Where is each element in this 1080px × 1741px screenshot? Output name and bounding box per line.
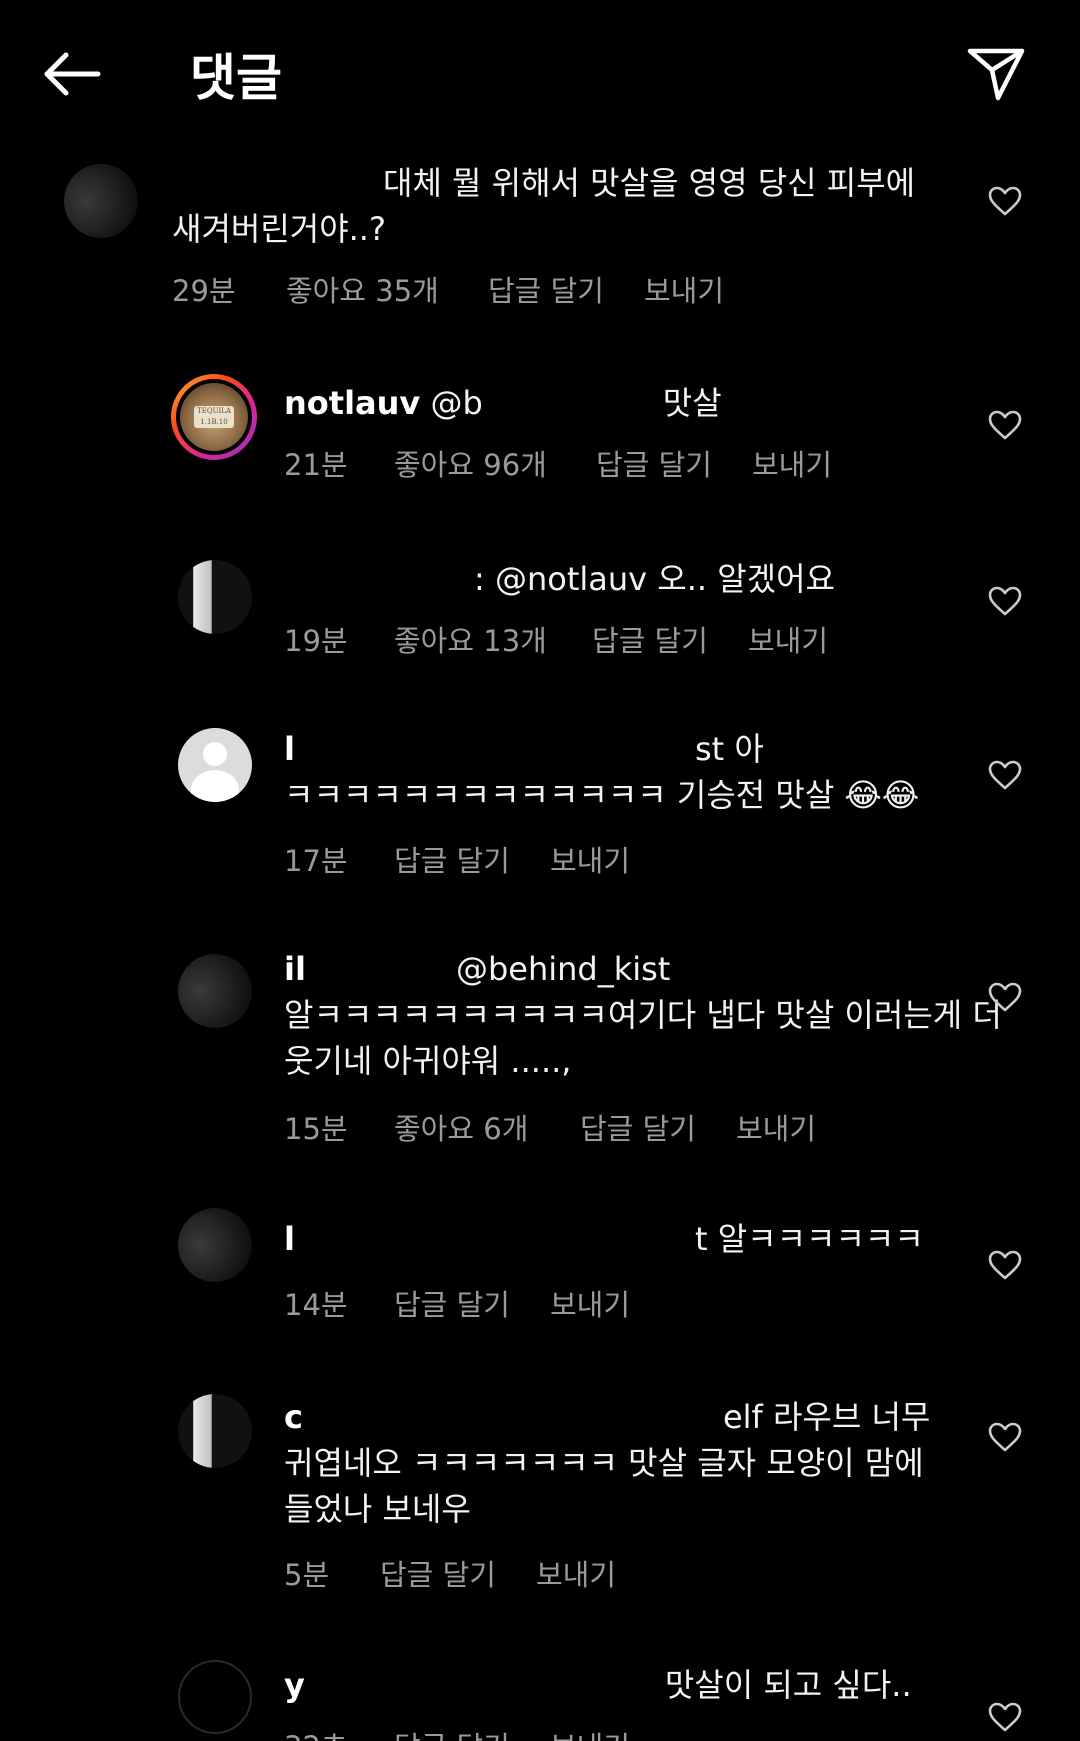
avatar[interactable] <box>178 560 252 634</box>
avatar[interactable] <box>178 1394 252 1468</box>
like-count[interactable]: 좋아요 6개 <box>394 1106 580 1148</box>
back-button[interactable] <box>40 42 104 106</box>
comment-body: elf 라우브 너무 <box>722 1398 931 1436</box>
page-title: 댓글 <box>190 49 282 107</box>
avatar[interactable] <box>178 1208 252 1282</box>
comment-body: : @notlauv 오.. 알겠어요 <box>474 560 835 598</box>
heart-icon[interactable] <box>988 760 1022 790</box>
reply-button[interactable]: 답글 달기 <box>380 1552 536 1594</box>
reply-button[interactable]: 답글 달기 <box>596 442 752 484</box>
comment-time: 14분 <box>284 1288 348 1322</box>
comment-username[interactable]: c <box>284 1398 303 1436</box>
send-button[interactable]: 보내기 <box>752 442 832 484</box>
redacted-mask <box>302 1399 723 1439</box>
comment-text: c elf 라우브 너무 <box>284 1394 964 1440</box>
send-button[interactable]: 보내기 <box>550 838 630 880</box>
paper-plane-icon <box>967 48 1025 101</box>
comment-body: st 아 <box>694 730 764 768</box>
comment-meta: 5분 답글 달기 보내기 <box>284 1552 616 1594</box>
comment-time: 5분 <box>284 1558 330 1592</box>
comment-text: l st 아 <box>284 726 924 772</box>
heart-icon[interactable] <box>988 1250 1022 1280</box>
comment-username[interactable]: y <box>284 1666 305 1704</box>
comment-time: 21분 <box>284 448 348 482</box>
comment-username[interactable]: il <box>284 950 306 988</box>
default-avatar-icon <box>203 742 227 766</box>
reply-button[interactable]: 답글 달기 <box>394 838 550 880</box>
comment-username[interactable]: l <box>284 1220 295 1258</box>
send-button[interactable]: 보내기 <box>550 1724 630 1741</box>
header-bar: 댓글 <box>0 0 1080 150</box>
redacted-mask <box>482 385 663 425</box>
avatar[interactable]: TEQUILA 1.1B.10 <box>171 374 257 460</box>
heart-icon[interactable] <box>988 1422 1022 1452</box>
comment-text-continued: 귀엽네오 ㅋㅋㅋㅋㅋㅋㅋ 맛살 글자 모양이 맘에 <box>284 1444 924 1482</box>
redacted-mask <box>294 1221 695 1261</box>
comment-text: notlauv @b 맛살 <box>284 380 924 426</box>
comment-username[interactable]: notlauv <box>284 384 420 422</box>
comment-meta: 21분 좋아요 96개 답글 달기 보내기 <box>284 442 832 484</box>
like-count[interactable]: 좋아요 13개 <box>394 618 592 660</box>
reply-button[interactable]: 답글 달기 <box>580 1106 736 1148</box>
comment-meta: 14분 답글 달기 보내기 <box>284 1282 630 1324</box>
comment-text-continued: 웃기네 아귀야워 ....., <box>284 1042 572 1080</box>
comment-meta: 17분 답글 달기 보내기 <box>284 838 630 880</box>
comment-time: 29분 <box>172 274 236 308</box>
comment-username[interactable]: l <box>284 730 295 768</box>
comment-text-continued: 들었나 보네우 <box>284 1490 471 1528</box>
comment-text: il @behind_kist <box>284 946 924 992</box>
avatar[interactable] <box>178 954 252 1028</box>
heart-icon[interactable] <box>988 186 1022 216</box>
comment-text: l t 알ㅋㅋㅋㅋㅋㅋ <box>284 1216 924 1262</box>
heart-icon[interactable] <box>988 410 1022 440</box>
like-count[interactable]: 좋아요 35개 <box>286 268 488 310</box>
send-button[interactable]: 보내기 <box>736 1106 816 1148</box>
share-button[interactable] <box>962 40 1030 108</box>
heart-icon[interactable] <box>988 982 1022 1012</box>
send-button[interactable]: 보내기 <box>550 1282 630 1324</box>
like-count[interactable]: 좋아요 96개 <box>394 442 596 484</box>
comment-text-continued: 새겨버린거야..? <box>172 210 386 248</box>
send-button[interactable]: 보내기 <box>536 1552 616 1594</box>
comment-text: 대체 뭘 위해서 맛살을 영영 당신 피부에 <box>383 164 916 202</box>
comment-time: 19분 <box>284 624 348 658</box>
comment-meta: 15분 좋아요 6개 답글 달기 보내기 <box>284 1106 816 1148</box>
comment-text: y 맛살이 되고 싶다.. <box>284 1662 964 1708</box>
reply-button[interactable]: 답글 달기 <box>592 618 748 660</box>
comment-time: 15분 <box>284 1112 348 1146</box>
comment-mention[interactable]: @behind_kist <box>456 950 670 988</box>
heart-icon[interactable] <box>988 1702 1022 1732</box>
comment-body: 맛살이 되고 싶다.. <box>664 1666 912 1704</box>
send-button[interactable]: 보내기 <box>644 268 724 310</box>
avatar[interactable] <box>178 728 252 802</box>
avatar[interactable] <box>178 1660 252 1734</box>
redacted-mask <box>304 1667 665 1707</box>
reply-button[interactable]: 답글 달기 <box>394 1724 550 1741</box>
send-button[interactable]: 보내기 <box>748 618 828 660</box>
comment-body: 맛살 <box>662 384 722 422</box>
comment-text-continued: 알ㅋㅋㅋㅋㅋㅋㅋㅋㅋㅋ여기다 냅다 맛살 이러는게 더 <box>284 996 1002 1034</box>
comment-time: 17분 <box>284 844 348 878</box>
comment-text: : @notlauv 오.. 알겠어요 <box>284 556 924 602</box>
redacted-mask <box>284 561 474 601</box>
comment-meta: 19분 좋아요 13개 답글 달기 보내기 <box>284 618 828 660</box>
avatar[interactable] <box>64 164 138 238</box>
reply-button[interactable]: 답글 달기 <box>394 1282 550 1324</box>
redacted-mask <box>294 731 695 771</box>
comment-meta: 32초답글 달기보내기 <box>284 1724 630 1741</box>
comment-body: t 알ㅋㅋㅋㅋㅋㅋ <box>694 1220 924 1258</box>
avatar-photo: TEQUILA 1.1B.10 <box>180 383 248 451</box>
comment-mention[interactable]: @b <box>430 384 482 422</box>
redacted-mask <box>305 951 456 991</box>
comment-time: 32초 <box>284 1724 394 1741</box>
comments-screen: 댓글 대체 뭘 위해서 맛살을 영영 당신 피부에 새겨버린거야..? 29분좋… <box>0 0 1080 1741</box>
back-arrow-icon <box>44 52 101 96</box>
comment-meta: 29분 좋아요 35개 답글 달기 보내기 <box>172 268 724 310</box>
comment-text-continued: ㅋㅋㅋㅋㅋㅋㅋㅋㅋㅋㅋㅋㅋ 기승전 맛살 😂😂 <box>284 776 920 814</box>
heart-icon[interactable] <box>988 586 1022 616</box>
reply-button[interactable]: 답글 달기 <box>488 268 644 310</box>
